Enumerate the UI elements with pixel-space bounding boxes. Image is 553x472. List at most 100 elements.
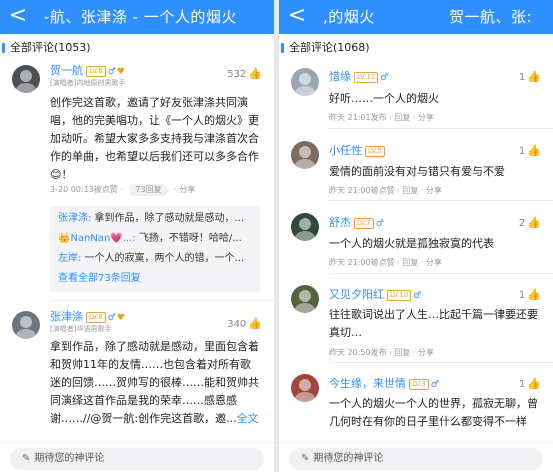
- like-button[interactable]: 1 👍: [519, 288, 541, 303]
- thumb-up-icon: 👍: [527, 377, 541, 390]
- all-comments-heading: 全部评论(1053): [0, 40, 91, 56]
- level-badge: LV.7: [354, 218, 374, 229]
- view-all-replies-link[interactable]: 查看全部73条回复: [58, 269, 252, 289]
- page-title: -航、张津涤 - 一个人的烟火: [44, 8, 237, 26]
- like-count: 1: [518, 146, 526, 157]
- comment-author[interactable]: 今生缘，来世情 LV.3 ♂: [329, 377, 439, 392]
- comment-text-body: 拿到作品，除了感动就是感动，里面包含着和贺帅11年的友情……也包含着对所有歌迷的…: [50, 340, 259, 425]
- like-button[interactable]: 532 👍: [227, 67, 262, 82]
- author-name[interactable]: 张津涤: [50, 310, 83, 323]
- avatar[interactable]: [12, 311, 40, 339]
- comment-text: 拿到作品，除了感动就是感动，里面包含着和贺帅11年的友情……也包含着对所有歌迷的…: [50, 338, 260, 428]
- reply-author[interactable]: 左岸:: [58, 253, 81, 264]
- avatar[interactable]: [12, 65, 40, 93]
- expand-full-text-link[interactable]: 全文: [237, 412, 259, 425]
- author-tag: [演唱者]内地原创男歌手: [50, 79, 126, 87]
- level-badge: LV.5: [365, 146, 385, 157]
- comment-meta: 昨天 21:00被点赞 · 回复 · 分享: [329, 186, 442, 195]
- comment-input[interactable]: ✎ 期待您的神评论: [289, 448, 543, 470]
- divider: [329, 128, 553, 129]
- comment-author[interactable]: 惜缘 LV.12 ♂: [329, 70, 388, 85]
- page-title-scrolling: 贺一航、张:: [449, 8, 533, 26]
- reply-count-button[interactable]: 73回复: [129, 184, 168, 196]
- divider: [50, 300, 274, 301]
- comment-text: 一个人的烟火一个人的世界，孤寂无聊，曾几何时在有你的日子里什么都变得不一样: [329, 397, 538, 428]
- back-arrow-icon[interactable]: <: [8, 3, 28, 29]
- like-button[interactable]: 1 👍: [519, 70, 541, 85]
- author-tag: [演唱者]华语男歌手: [50, 325, 112, 333]
- like-count: 1: [518, 379, 526, 390]
- left-header-bar: < -航、张津涤 - 一个人的烟火: [0, 0, 274, 34]
- divider: [329, 362, 553, 363]
- avatar[interactable]: [291, 68, 319, 96]
- like-count: 2: [518, 218, 526, 229]
- right-header-bar: < ,的烟火 贺一航、张:: [279, 0, 553, 34]
- avatar[interactable]: [291, 213, 319, 241]
- like-button[interactable]: 1 👍: [519, 144, 541, 159]
- comment-meta: 昨天 20:50发布 · 回复 · 分享: [329, 348, 434, 357]
- like-button[interactable]: 2 👍: [519, 216, 541, 231]
- comment-input-bar: ✎ 期待您的神评论: [0, 442, 274, 472]
- thumb-up-icon: 👍: [527, 144, 541, 157]
- like-button[interactable]: 340 👍: [227, 317, 262, 332]
- author-name[interactable]: 小任性: [329, 144, 362, 157]
- comment-author[interactable]: 舒杰 LV.7 ♂: [329, 216, 384, 231]
- vip-icon: ♥: [116, 313, 125, 323]
- comment-meta: 昨天 21:00被点赞 · 回复 · 分享: [329, 258, 442, 267]
- share-button[interactable]: 分享: [179, 185, 195, 194]
- comment-author[interactable]: 又见夕阳红 LV.10 ♂: [329, 288, 421, 303]
- comment-author[interactable]: 小任性 LV.5: [329, 144, 385, 158]
- level-badge: LV.12: [354, 72, 379, 83]
- author-name[interactable]: 又见夕阳红: [329, 288, 384, 301]
- comment-author[interactable]: 贺一航 LV.6 ♂♥: [50, 64, 125, 79]
- pen-icon: ✎: [22, 453, 31, 464]
- author-name[interactable]: 惜缘: [329, 70, 351, 83]
- like-count: 1: [518, 290, 526, 301]
- comment-input-placeholder: 期待您的神评论: [313, 453, 384, 464]
- male-icon: ♂: [107, 67, 116, 77]
- reply-item[interactable]: 张津涤: 拿到作品，除了感动就是感动，...: [58, 209, 252, 229]
- reply-author[interactable]: 张津涤:: [58, 213, 91, 224]
- comment-author[interactable]: 张津涤 LV.8 ♂♥: [50, 310, 125, 325]
- avatar[interactable]: [291, 141, 319, 169]
- reply-text: 飞扬，不错呀！哈哈/...: [135, 233, 242, 244]
- like-button[interactable]: 1 👍: [519, 377, 541, 392]
- avatar[interactable]: [291, 374, 319, 402]
- comment-input-placeholder: 期待您的神评论: [34, 453, 105, 464]
- right-comment-panel: < ,的烟火 贺一航、张: 全部评论(1068) 惜缘 LV.12 ♂ 1 👍 好听……: [279, 0, 553, 472]
- reply-item[interactable]: 左岸: 一个人的寂寞，两个人的错，一个...: [58, 249, 252, 269]
- avatar[interactable]: [291, 285, 319, 313]
- reply-preview-box[interactable]: 张津涤: 拿到作品，除了感动就是感动，... 👑NanNan💗...: 飞扬，不…: [50, 206, 260, 292]
- divider: [329, 273, 553, 274]
- comment-meta: 昨天 21:01发布 · 回复 · 分享: [329, 113, 434, 122]
- reply-text: 一个人的寂寞，两个人的错，一个...: [81, 253, 245, 264]
- thumb-up-icon: 👍: [527, 70, 541, 83]
- like-count: 532: [227, 69, 247, 80]
- level-badge: LV.6: [86, 66, 106, 77]
- level-badge: LV.8: [86, 312, 106, 323]
- comment-meta: 3-20 00:13被点赞 · 73回复 · 分享: [50, 184, 195, 196]
- meta-separator: ·: [174, 185, 177, 194]
- comment-input[interactable]: ✎ 期待您的神评论: [10, 448, 264, 470]
- male-icon: ♂: [430, 380, 439, 390]
- comment-text: 爱情的面前没有对与错只有爱与不爱: [329, 165, 505, 178]
- left-comment-panel: < -航、张津涤 - 一个人的烟火 全部评论(1053) 贺一航 LV.6 ♂♥ […: [0, 0, 274, 472]
- like-count: 340: [227, 319, 247, 330]
- comment-text: 往往歌词说出了人生…比起千篇一律要还要真切…: [329, 308, 538, 339]
- thumb-up-icon: 👍: [248, 67, 262, 80]
- comment-time: 3-20 00:13被点赞: [50, 185, 118, 194]
- author-name[interactable]: 贺一航: [50, 64, 83, 77]
- male-icon: ♂: [107, 313, 116, 323]
- comment-text: 一个人的烟火就是孤独寂寞的代表: [329, 237, 494, 250]
- thumb-up-icon: 👍: [527, 288, 541, 301]
- male-icon: ♂: [375, 219, 384, 229]
- back-arrow-icon[interactable]: <: [287, 3, 307, 29]
- author-name[interactable]: 舒杰: [329, 216, 351, 229]
- page-title: ,的烟火: [323, 8, 375, 26]
- comment-text: 好听……一个人的烟火: [329, 92, 439, 105]
- all-comments-heading: 全部评论(1068): [279, 40, 370, 56]
- reply-item[interactable]: 👑NanNan💗...: 飞扬，不错呀！哈哈/...: [58, 229, 252, 249]
- thumb-up-icon: 👍: [527, 216, 541, 229]
- reply-author[interactable]: 👑NanNan💗...:: [58, 233, 136, 244]
- author-name[interactable]: 今生缘，来世情: [329, 377, 406, 390]
